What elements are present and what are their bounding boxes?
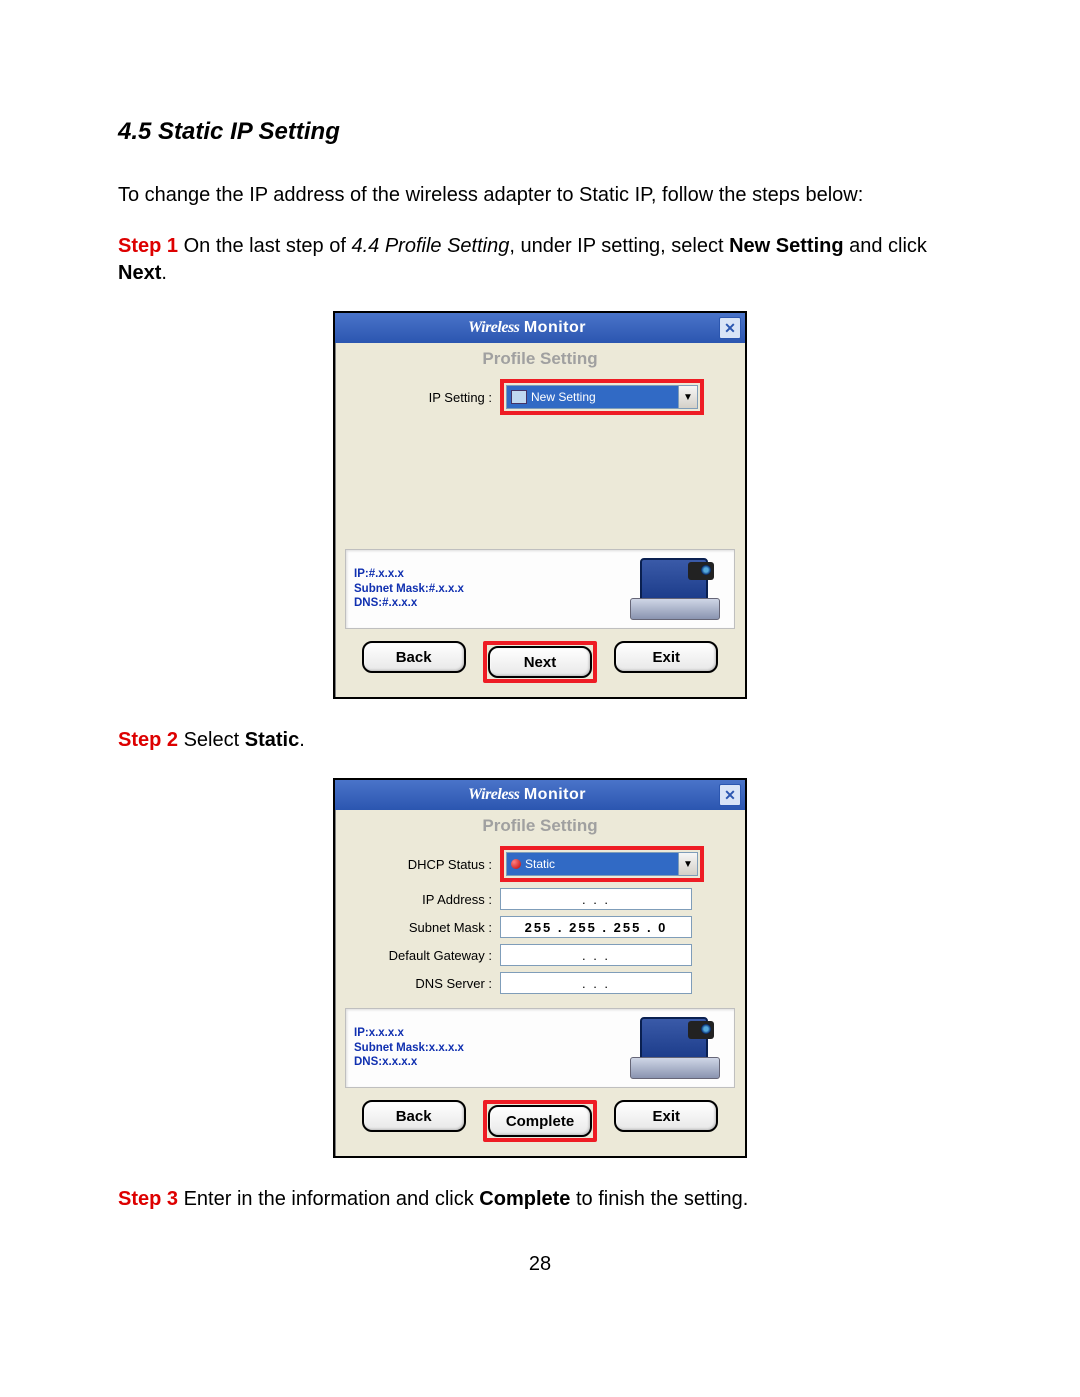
- page-number: 28: [118, 1253, 962, 1276]
- dhcp-status-label: DHCP Status :: [347, 857, 500, 872]
- highlight-next: Next: [483, 641, 597, 683]
- step-1-text: Step 1 On the last step of 4.4 Profile S…: [118, 233, 962, 287]
- dropdown-value: New Setting: [531, 390, 596, 404]
- close-icon[interactable]: ✕: [719, 317, 741, 339]
- intro-text: To change the IP address of the wireless…: [118, 182, 962, 209]
- ip-address-label: IP Address :: [347, 892, 500, 907]
- step-1-label: Step 1: [118, 235, 178, 257]
- default-gateway-label: Default Gateway :: [347, 948, 500, 963]
- titlebar: Wireless Monitor ✕: [335, 780, 745, 810]
- default-gateway-input[interactable]: . . .: [500, 944, 692, 966]
- dns-server-input[interactable]: . . .: [500, 972, 692, 994]
- highlight-ip-setting: New Setting ▼: [500, 379, 704, 415]
- complete-button[interactable]: Complete: [488, 1105, 592, 1137]
- chevron-down-icon[interactable]: ▼: [678, 853, 697, 875]
- laptop-icon: [626, 558, 726, 620]
- back-button[interactable]: Back: [362, 1100, 466, 1132]
- subnet-mask-input[interactable]: 255 . 255 . 255 . 0: [500, 916, 692, 938]
- exit-button[interactable]: Exit: [614, 1100, 718, 1132]
- ip-setting-dropdown[interactable]: New Setting ▼: [506, 385, 698, 409]
- info-dns: DNS:#.x.x.x: [354, 596, 618, 610]
- info-ip: IP:#.x.x.x: [354, 567, 618, 581]
- network-icon: [511, 390, 527, 404]
- wireless-monitor-dialog-2: Wireless Monitor ✕ Profile Setting DHCP …: [333, 778, 747, 1158]
- close-icon[interactable]: ✕: [719, 784, 741, 806]
- subnet-mask-label: Subnet Mask :: [347, 920, 500, 935]
- info-dns: DNS:x.x.x.x: [354, 1055, 618, 1069]
- panel-title: Profile Setting: [335, 810, 745, 846]
- back-button[interactable]: Back: [362, 641, 466, 673]
- record-icon: [511, 859, 521, 869]
- step-2-label: Step 2: [118, 729, 178, 751]
- ip-setting-label: IP Setting :: [347, 390, 500, 405]
- info-ip: IP:x.x.x.x: [354, 1026, 618, 1040]
- step-3-text: Step 3 Enter in the information and clic…: [118, 1186, 962, 1213]
- info-panel: IP:x.x.x.x Subnet Mask:x.x.x.x DNS:x.x.x…: [345, 1008, 735, 1088]
- highlight-dhcp-status: Static ▼: [500, 846, 704, 882]
- exit-button[interactable]: Exit: [614, 641, 718, 673]
- dns-server-label: DNS Server :: [347, 976, 500, 991]
- wireless-monitor-dialog-1: Wireless Monitor ✕ Profile Setting IP Se…: [333, 311, 747, 699]
- window-title: Wireless Monitor: [335, 319, 719, 337]
- info-subnet: Subnet Mask:#.x.x.x: [354, 582, 618, 596]
- window-title: Wireless Monitor: [335, 786, 719, 804]
- section-heading: 4.5 Static IP Setting: [118, 118, 962, 146]
- step-3-label: Step 3: [118, 1188, 178, 1210]
- titlebar: Wireless Monitor ✕: [335, 313, 745, 343]
- laptop-icon: [626, 1017, 726, 1079]
- dropdown-value: Static: [525, 857, 555, 871]
- next-button[interactable]: Next: [488, 646, 592, 678]
- chevron-down-icon[interactable]: ▼: [678, 386, 697, 408]
- info-subnet: Subnet Mask:x.x.x.x: [354, 1041, 618, 1055]
- step-2-text: Step 2 Select Static.: [118, 727, 962, 754]
- info-panel: IP:#.x.x.x Subnet Mask:#.x.x.x DNS:#.x.x…: [345, 549, 735, 629]
- ip-address-input[interactable]: . . .: [500, 888, 692, 910]
- highlight-complete: Complete: [483, 1100, 597, 1142]
- dhcp-status-dropdown[interactable]: Static ▼: [506, 852, 698, 876]
- panel-title: Profile Setting: [335, 343, 745, 379]
